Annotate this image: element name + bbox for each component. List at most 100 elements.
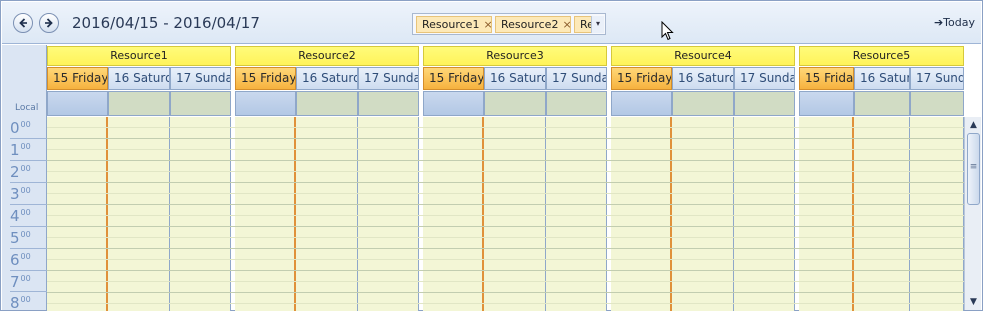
hour-number: 1 (10, 141, 20, 159)
hour-divider (10, 226, 47, 227)
resource-header[interactable]: Resource5 (799, 46, 964, 66)
all-day-cell[interactable] (672, 91, 734, 116)
all-day-cell[interactable] (170, 91, 231, 116)
remove-chip-icon[interactable]: × (483, 18, 491, 31)
hour-number: 7 (10, 273, 20, 291)
hour-number: 8 (10, 294, 20, 312)
hour-number: 4 (10, 207, 20, 225)
hour-divider (10, 160, 47, 161)
all-day-cell[interactable] (484, 91, 546, 116)
today-button[interactable]: ➔Today (934, 16, 975, 29)
hour-number: 0 (10, 119, 20, 137)
resource-header[interactable]: Resource3 (423, 46, 607, 66)
day-header[interactable]: 16 Saturd (672, 67, 734, 90)
day-header[interactable]: 15 Friday (611, 67, 672, 90)
hour-label: 100 (10, 141, 31, 159)
mouse-pointer-icon (661, 21, 674, 41)
all-day-cell[interactable] (546, 91, 607, 116)
timezone-label: Local (15, 103, 39, 113)
all-day-cell[interactable] (108, 91, 170, 116)
chevron-down-icon[interactable]: ▾ (591, 16, 604, 33)
date-range-label: 2016/04/15 - 2016/04/17 (72, 14, 260, 32)
day-header[interactable]: 15 Friday (235, 67, 296, 90)
all-day-cell[interactable] (799, 91, 854, 116)
hour-label: 000 (10, 119, 31, 137)
hour-divider (10, 182, 47, 183)
scroll-thumb[interactable]: ≡ (967, 133, 980, 205)
day-header[interactable]: 16 Saturd (296, 67, 358, 90)
next-period-button[interactable] (39, 13, 59, 33)
half-hour-line (47, 149, 964, 150)
scheduler-control: 2016/04/15 - 2016/04/17 Resource1 × Resou… (0, 0, 983, 312)
hour-label: 400 (10, 207, 31, 225)
hour-number: 2 (10, 163, 20, 181)
resource-filter-chip[interactable]: Resource2 × (495, 16, 571, 33)
day-header[interactable]: 17 Sund (910, 67, 964, 90)
arrow-right-icon (45, 18, 53, 28)
arrow-left-icon (19, 18, 27, 28)
hour-minutes: 00 (20, 295, 31, 304)
day-header[interactable]: 16 Saturd (484, 67, 546, 90)
all-day-cell[interactable] (296, 91, 358, 116)
hour-line (47, 226, 964, 227)
hour-label: 500 (10, 229, 31, 247)
hour-minutes: 00 (20, 208, 31, 217)
hour-line (47, 160, 964, 161)
all-day-cell[interactable] (854, 91, 910, 116)
hour-line (47, 270, 964, 271)
hour-line (47, 292, 964, 293)
day-header[interactable]: 17 Sunda (358, 67, 419, 90)
hour-divider (10, 138, 47, 139)
all-day-cell[interactable] (47, 91, 108, 116)
hour-label: 800 (10, 294, 31, 312)
half-hour-line (47, 127, 964, 128)
hour-line (47, 182, 964, 183)
hour-label: 300 (10, 185, 31, 203)
day-header[interactable]: 16 Saturd (108, 67, 170, 90)
vertical-scrollbar[interactable]: ▲ ≡ ▼ (964, 117, 981, 310)
resource-filter-combo[interactable]: Resource1 × Resource2 × Re ▾ (412, 13, 606, 35)
half-hour-line (47, 171, 964, 172)
hour-number: 6 (10, 251, 20, 269)
hour-minutes: 00 (20, 230, 31, 239)
chip-label: Resource1 (422, 18, 480, 31)
day-header[interactable]: 15 Friday (423, 67, 484, 90)
hour-minutes: 00 (20, 274, 31, 283)
day-header[interactable]: 15 Frida (799, 67, 854, 90)
half-hour-line (47, 237, 964, 238)
hour-line (47, 248, 964, 249)
remove-chip-icon[interactable]: × (562, 18, 570, 31)
hour-line (47, 138, 964, 139)
all-day-cell[interactable] (611, 91, 672, 116)
chip-label: Resource2 (501, 18, 559, 31)
half-hour-line (47, 193, 964, 194)
scroll-up-icon[interactable]: ▲ (966, 118, 981, 132)
hour-label: 200 (10, 163, 31, 181)
day-header[interactable]: 17 Sunda (546, 67, 607, 90)
half-hour-line (47, 259, 964, 260)
all-day-cell[interactable] (235, 91, 296, 116)
all-day-cell[interactable] (358, 91, 419, 116)
all-day-cell[interactable] (423, 91, 484, 116)
hour-minutes: 00 (20, 252, 31, 261)
day-header[interactable]: 16 Satur (854, 67, 910, 90)
scroll-down-icon[interactable]: ▼ (966, 295, 981, 309)
hour-divider (10, 204, 47, 205)
resource-header[interactable]: Resource2 (235, 46, 419, 66)
resource-filter-chip[interactable]: Resource1 × (416, 16, 492, 33)
hour-label: 700 (10, 273, 31, 291)
hour-number: 3 (10, 185, 20, 203)
hour-label: 600 (10, 251, 31, 269)
all-day-cell[interactable] (910, 91, 964, 116)
day-header[interactable]: 17 Sunda (170, 67, 231, 90)
today-label: Today (943, 16, 975, 29)
resource-header[interactable]: Resource1 (47, 46, 231, 66)
day-header[interactable]: 17 Sunda (734, 67, 795, 90)
hour-line (47, 204, 964, 205)
day-header[interactable]: 15 Friday (47, 67, 108, 90)
resource-header[interactable]: Resource4 (611, 46, 795, 66)
all-day-cell[interactable] (734, 91, 795, 116)
hour-divider (10, 291, 47, 292)
time-slot-grid[interactable] (47, 117, 964, 311)
previous-period-button[interactable] (13, 13, 33, 33)
